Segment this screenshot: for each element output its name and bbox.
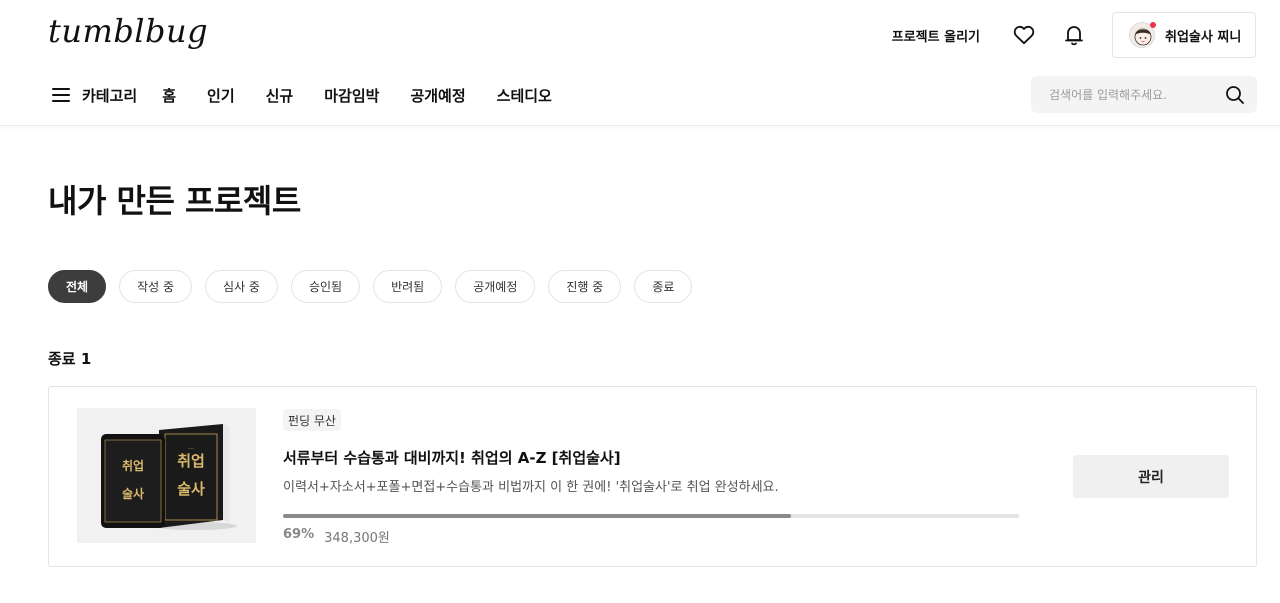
notification-dot xyxy=(1150,22,1156,28)
profile-button[interactable]: 취업술사 찌니 xyxy=(1112,12,1256,58)
status-filter-tabs: 전체 작성 중 심사 중 승인됨 반려됨 공개예정 진행 중 종료 xyxy=(48,270,705,303)
search-icon[interactable] xyxy=(1225,85,1245,105)
filter-ended[interactable]: 종료 xyxy=(634,270,693,303)
nav-category[interactable]: 카테고리 xyxy=(82,85,137,106)
avatar xyxy=(1129,22,1156,48)
funding-progress-fill xyxy=(283,514,791,518)
header-actions: 프로젝트 올리기 취업술사 찌니 xyxy=(892,12,1256,58)
project-description: 이력서+자소서+포폴+면접+수습통과 비법까지 이 한 권에! '취업술사'로 … xyxy=(283,480,779,495)
hamburger-icon[interactable] xyxy=(52,88,70,102)
filter-upcoming[interactable]: 공개예정 xyxy=(455,270,536,303)
filter-draft[interactable]: 작성 중 xyxy=(119,270,193,303)
thumbnail-book-line2: 술사 xyxy=(177,480,205,498)
nav-new[interactable]: 신규 xyxy=(266,85,294,106)
page-title: 내가 만든 프로젝트 xyxy=(48,182,301,220)
section-title: 종료 1 xyxy=(48,350,92,368)
heart-icon[interactable] xyxy=(1012,23,1036,47)
thumbnail-tablet-line1: 취업 xyxy=(122,458,144,473)
nav-popular[interactable]: 인기 xyxy=(207,85,235,106)
search-input[interactable] xyxy=(1049,87,1219,102)
project-thumbnail[interactable]: ---- 취업 술사 취업 술사 xyxy=(77,408,256,543)
project-title[interactable]: 서류부터 수습통과 대비까지! 취업의 A-Z [취업술사] xyxy=(283,447,621,468)
nav-closing-soon[interactable]: 마감임박 xyxy=(324,85,379,106)
filter-in-progress[interactable]: 진행 중 xyxy=(548,270,622,303)
nav-upcoming[interactable]: 공개예정 xyxy=(410,85,465,106)
search-bar xyxy=(1031,76,1257,113)
thumbnail-tablet-line2: 술사 xyxy=(122,486,144,501)
project-card: ---- 취업 술사 취업 술사 펀딩 무산 서류부터 수습통과 대비까지! 취… xyxy=(48,386,1257,567)
status-badge: 펀딩 무산 xyxy=(283,409,341,431)
filter-all[interactable]: 전체 xyxy=(48,270,107,303)
funding-amount: 348,300원 xyxy=(324,531,390,546)
logo[interactable]: tumblbug xyxy=(48,12,208,50)
site-header: tumblbug 프로젝트 올리기 취업술사 찌니 카테고리 홈 인기 신규 마… xyxy=(0,0,1280,126)
filter-rejected[interactable]: 반려됨 xyxy=(373,270,443,303)
funding-progress-bar xyxy=(283,514,1019,518)
upload-project-link[interactable]: 프로젝트 올리기 xyxy=(892,26,980,45)
svg-text:----: ---- xyxy=(188,446,194,451)
bell-icon[interactable] xyxy=(1062,23,1086,47)
filter-approved[interactable]: 승인됨 xyxy=(290,270,361,303)
nav-home[interactable]: 홈 xyxy=(162,85,176,106)
nav-steadio[interactable]: 스테디오 xyxy=(497,85,552,106)
manage-button[interactable]: 관리 xyxy=(1073,455,1229,498)
funding-stats: 69% 348,300원 xyxy=(283,527,390,546)
funding-percent: 69% xyxy=(283,527,315,542)
main-nav: 카테고리 홈 인기 신규 마감임박 공개예정 스테디오 xyxy=(48,76,583,114)
filter-in-review[interactable]: 심사 중 xyxy=(205,270,278,303)
thumbnail-book-line1: 취업 xyxy=(177,452,205,470)
profile-name: 취업술사 찌니 xyxy=(1165,29,1242,45)
